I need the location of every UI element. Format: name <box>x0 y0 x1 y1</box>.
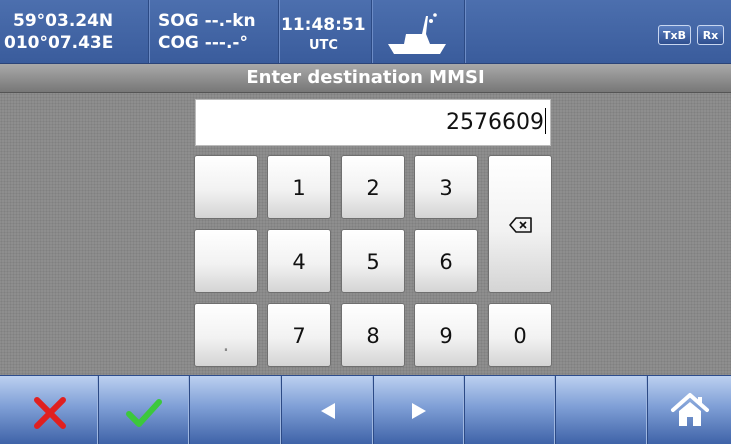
arrow-left-icon <box>321 403 335 419</box>
key-8[interactable]: 8 <box>341 303 405 367</box>
key-9[interactable]: 9 <box>414 303 478 367</box>
key-7[interactable]: 7 <box>267 303 331 367</box>
rx-button[interactable]: Rx <box>697 25 724 45</box>
previous-button[interactable] <box>282 376 374 444</box>
toolbar-empty-2 <box>465 376 556 444</box>
time: 11:48:51 <box>281 15 366 35</box>
x-icon <box>34 397 66 429</box>
backspace-button[interactable] <box>488 155 552 293</box>
key-blank-2[interactable] <box>194 229 258 293</box>
ship-icon <box>388 13 446 54</box>
longitude: 010°07.43E <box>4 33 114 53</box>
mmsi-value: 2576609 <box>446 110 544 135</box>
mmsi-input[interactable]: 2576609 <box>195 99 551 146</box>
position-readout: 59°03.24N 010°07.43E <box>0 0 148 63</box>
cog-readout: COG ---.-° <box>158 33 248 53</box>
home-icon <box>671 393 709 426</box>
key-4[interactable]: 4 <box>267 229 331 293</box>
next-button[interactable] <box>374 376 465 444</box>
status-spacer <box>465 0 654 63</box>
time-readout: 11:48:51 UTC <box>279 0 371 63</box>
latitude: 59°03.24N <box>13 11 114 31</box>
sog-readout: SOG --.-kn <box>158 11 256 31</box>
key-2[interactable]: 2 <box>341 155 405 219</box>
key-0[interactable]: 0 <box>488 303 552 367</box>
key-5[interactable]: 5 <box>341 229 405 293</box>
toolbar-empty-3 <box>556 376 648 444</box>
speed-course-readout: SOG --.-kn COG ---.-° <box>149 0 278 63</box>
text-caret <box>545 108 546 134</box>
status-bar: 59°03.24N 010°07.43E SOG --.-kn COG ---.… <box>0 0 731 64</box>
key-decimal[interactable]: . <box>194 303 258 367</box>
checkmark-icon <box>126 399 162 427</box>
key-6[interactable]: 6 <box>414 229 478 293</box>
backspace-icon <box>509 217 532 233</box>
page-title: Enter destination MMSI <box>0 64 731 93</box>
key-3[interactable]: 3 <box>414 155 478 219</box>
key-blank-1[interactable] <box>194 155 258 219</box>
txb-button[interactable]: TxB <box>658 25 691 45</box>
timezone: UTC <box>309 38 338 53</box>
arrow-right-icon <box>412 403 426 419</box>
confirm-button[interactable] <box>99 376 190 444</box>
home-button[interactable] <box>648 376 731 444</box>
key-1[interactable]: 1 <box>267 155 331 219</box>
vessel-status <box>372 0 464 63</box>
bottom-toolbar <box>0 375 731 444</box>
cancel-button[interactable] <box>0 376 99 444</box>
toolbar-empty-1 <box>190 376 282 444</box>
